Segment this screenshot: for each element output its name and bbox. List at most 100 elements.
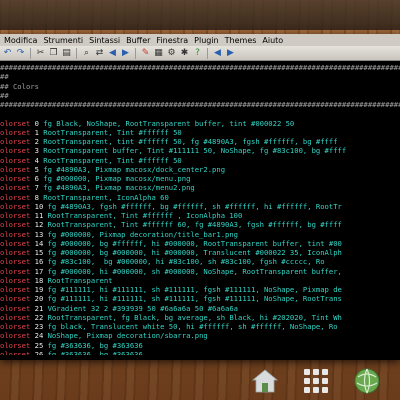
code-line: olorset 5 fg #4890A3, Pixmap macosx/dock…: [0, 165, 400, 174]
menu-item-themes[interactable]: Themes: [222, 36, 260, 45]
keyword: olorset: [0, 294, 31, 304]
colorset-number: 19: [34, 285, 44, 294]
colorset-value: RootTransparent, fg Black, bg average, s…: [47, 312, 342, 322]
colorset-value: RootTransparent, Tint #ffffff 50: [43, 155, 182, 165]
copy-icon[interactable]: ❐: [48, 48, 59, 59]
code-line: olorset 23 fg black, Translucent white 5…: [0, 322, 400, 331]
comment-text: ## ##: [0, 72, 400, 82]
forward-icon[interactable]: ▶: [120, 48, 131, 59]
colorset-number: 12: [34, 220, 44, 230]
colorset-number: 1: [34, 127, 39, 137]
back2-icon[interactable]: ◀: [212, 48, 223, 59]
code-line: ########################################…: [0, 63, 400, 72]
colorset-number: 17: [34, 266, 44, 276]
keyword: olorset: [0, 211, 31, 220]
paste-icon[interactable]: ▤: [61, 48, 72, 59]
colorset-value: RootTransparent, IconAlpha 60: [43, 192, 169, 202]
help-icon[interactable]: ?: [192, 48, 203, 59]
code-line: olorset 14 fg #000000, bg #ffffff, hi #0…: [0, 239, 400, 248]
colorset-value: RootTransparent, Tint #ffffff 50: [43, 127, 182, 137]
colorset-number: 23: [34, 322, 44, 331]
find-icon[interactable]: ⌕: [81, 48, 92, 59]
code-line: olorset 25 fg #363636, bg #363636: [0, 341, 400, 350]
code-line: olorset 4 RootTransparent, Tint #ffffff …: [0, 156, 400, 165]
editor-window: Modifica Strumenti Sintassi Buffer Finestra P…: [0, 34, 400, 360]
colorset-number: 15: [34, 248, 44, 257]
keyword: olorset: [0, 155, 31, 165]
colorset-value: fg #000000, hi #000000, sh #000000, NoSh…: [47, 266, 342, 276]
code-line: olorset 1 RootTransparent, Tint #ffffff …: [0, 128, 400, 137]
code-line: olorset 26 fg #363636, bg #363636: [0, 350, 400, 355]
comment-text: ########################################…: [0, 63, 400, 72]
code-line: ## Colors ##: [0, 82, 400, 91]
code-line: olorset 3 RootTransparent buffer, Tint #…: [0, 146, 400, 155]
colorset-value: NoShape, Pixmap decoration/sbarra.png: [47, 331, 208, 341]
colorset-value: fg #000000, Pixmap macosx/menu.png: [43, 174, 191, 183]
code-line: olorset 0 fg Black, NoShape, RootTranspa…: [0, 119, 400, 128]
menu-item-aiuto[interactable]: Aiuto: [259, 36, 286, 45]
colorset-number: 18: [34, 275, 44, 285]
home-button[interactable]: [247, 364, 283, 398]
toolbar-divider: [30, 47, 31, 59]
code-editor[interactable]: ########################################…: [0, 61, 400, 355]
colorset-number: 26: [34, 349, 44, 355]
colorset-value: fg #000000, Pixmap decoration/title_bar1…: [47, 229, 239, 239]
status-bar: [0, 0, 400, 30]
code-line: ## ##: [0, 91, 400, 100]
run-icon[interactable]: ▦: [153, 48, 164, 59]
colorset-value: fg #111111, hi #111111, sh #111111, fgsh…: [47, 285, 342, 294]
code-line: olorset 7 fg #4890A3, Pixmap macosx/menu…: [0, 183, 400, 192]
apps-grid-icon: [304, 369, 328, 393]
colorset-number: 6: [34, 174, 39, 183]
comment-text: ########################################…: [0, 100, 400, 109]
undo-icon[interactable]: ↶: [2, 48, 13, 59]
colorset-number: 4: [34, 155, 39, 165]
menu-item-strumenti[interactable]: Strumenti: [40, 36, 86, 45]
colorset-number: 22: [34, 312, 44, 322]
colorset-number: 24: [34, 331, 44, 341]
home-icon: [251, 369, 279, 393]
code-line: olorset 6 fg #000000, Pixmap macosx/menu…: [0, 174, 400, 183]
apps-button[interactable]: [298, 364, 334, 398]
colorset-number: 3: [34, 146, 39, 156]
menu-item-buffer[interactable]: Buffer: [123, 36, 153, 45]
menu-item-plugin[interactable]: Plugin: [191, 36, 222, 45]
code-line: olorset 21 VGradient 32 2 #393939 50 #6a…: [0, 304, 400, 313]
keyword: olorset: [0, 349, 31, 355]
keyword: olorset: [0, 312, 31, 322]
code-line: olorset 13 fg #000000, Pixmap decoration…: [0, 230, 400, 239]
code-line: olorset 11 RootTransparent, Tint #ffffff…: [0, 211, 400, 220]
code-line: olorset 15 fg #000000, bg #000000, hi #0…: [0, 248, 400, 257]
keyword: olorset: [0, 285, 31, 294]
colorset-value: fg #000000, bg #ffffff, hi #000000, Root…: [47, 238, 342, 248]
colorset-number: 21: [34, 303, 44, 313]
colorset-number: 5: [34, 164, 39, 174]
colorset-value: VGradient 32 2 #393939 50 #6a6a6a 50 #6a…: [47, 303, 239, 313]
colorset-value: fg black, Translucent white 50, hi #ffff…: [47, 322, 338, 331]
code-line: olorset 17 fg #000000, hi #000000, sh #0…: [0, 267, 400, 276]
colorset-value: RootTransparent, tint #ffffff 50, fg #48…: [43, 137, 338, 146]
code-line: olorset 24 NoShape, Pixmap decoration/sb…: [0, 331, 400, 340]
redo-icon[interactable]: ↷: [15, 48, 26, 59]
menu-item-finestra[interactable]: Finestra: [153, 36, 191, 45]
code-line: olorset 16 fg #83c100, bg #000000, hi #8…: [0, 257, 400, 266]
code-line: olorset 18 RootTransparent: [0, 276, 400, 285]
cut-icon[interactable]: ✂: [35, 48, 46, 59]
comment-text: ## ##: [0, 90, 400, 100]
keyword: olorset: [0, 137, 31, 146]
build-icon[interactable]: ⚙: [166, 48, 177, 59]
bookmark-icon[interactable]: ✎: [140, 48, 151, 59]
keyword: olorset: [0, 229, 31, 239]
keyword: olorset: [0, 146, 31, 156]
keyword: olorset: [0, 201, 31, 211]
menu-item-modifica[interactable]: Modifica: [1, 36, 40, 45]
replace-icon[interactable]: ⇄: [94, 48, 105, 59]
keyword: olorset: [0, 248, 31, 257]
browser-button[interactable]: [349, 364, 385, 398]
tools-icon[interactable]: ✱: [179, 48, 190, 59]
forward2-icon[interactable]: ▶: [225, 48, 236, 59]
menu-item-sintassi[interactable]: Sintassi: [86, 36, 123, 45]
back-icon[interactable]: ◀: [107, 48, 118, 59]
keyword: olorset: [0, 275, 31, 285]
